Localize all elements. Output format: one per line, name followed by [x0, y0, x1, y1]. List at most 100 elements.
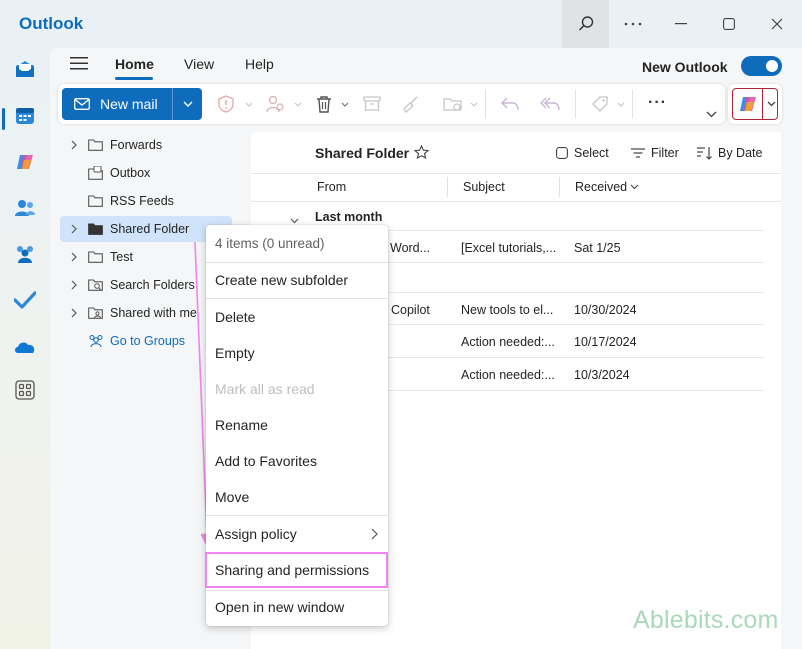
rail-mail-button[interactable] — [13, 58, 37, 82]
report-dropdown[interactable] — [238, 94, 260, 114]
rail-calendar-button[interactable] — [13, 104, 37, 128]
minimize-button[interactable] — [657, 0, 705, 48]
folder-icon — [88, 195, 110, 207]
app-rail — [0, 48, 50, 649]
folder-rss-feeds[interactable]: RSS Feeds — [60, 188, 232, 214]
reply-icon — [501, 97, 519, 111]
more-options-button[interactable] — [609, 0, 657, 48]
chevron-down-icon — [470, 102, 478, 107]
reply-all-button[interactable] — [539, 94, 561, 114]
assign-dropdown[interactable] — [287, 94, 309, 114]
menu-item-create-subfolder[interactable]: Create new subfolder — [206, 265, 388, 295]
ribbon-separator — [485, 90, 486, 118]
rail-todo-button[interactable] — [13, 288, 37, 312]
menu-item-move[interactable]: Move — [206, 482, 388, 512]
outbox-icon — [88, 166, 110, 180]
context-menu-header: 4 items (0 unread) — [215, 235, 325, 251]
reply-button[interactable] — [499, 94, 521, 114]
star-icon — [413, 144, 430, 160]
delete-button[interactable] — [313, 94, 335, 114]
folder-forwards[interactable]: Forwards — [60, 132, 232, 158]
report-button[interactable] — [215, 94, 237, 114]
expand-chevron-icon[interactable] — [60, 224, 88, 234]
search-button[interactable] — [562, 0, 609, 48]
expand-chevron-icon[interactable] — [60, 252, 88, 262]
folder-label: Test — [110, 250, 133, 264]
rail-more-apps-button[interactable] — [13, 378, 37, 402]
delete-dropdown[interactable] — [334, 94, 356, 114]
filter-button[interactable]: Filter — [631, 146, 679, 160]
menu-item-open-new-window[interactable]: Open in new window — [206, 592, 388, 622]
navigation-toggle-button[interactable] — [70, 56, 90, 74]
rail-copilot-button[interactable] — [13, 150, 37, 174]
people-icon — [266, 95, 284, 113]
menu-item-assign-policy[interactable]: Assign policy — [206, 519, 388, 549]
copilot-button[interactable] — [728, 84, 782, 124]
new-mail-dropdown[interactable] — [173, 88, 202, 120]
watermark-logo: Ablebits.com — [633, 606, 779, 635]
copilot-icon — [740, 97, 756, 111]
hamburger-icon — [70, 57, 88, 70]
tag-icon — [592, 96, 608, 112]
assign-button[interactable] — [264, 94, 286, 114]
new-outlook-toggle[interactable] — [741, 56, 782, 76]
folder-move-icon — [443, 98, 462, 111]
column-from[interactable]: From — [317, 180, 346, 194]
menu-divider — [206, 515, 388, 516]
sort-button[interactable]: By Date — [697, 146, 762, 160]
expand-chevron-icon[interactable] — [60, 140, 88, 150]
move-to-button[interactable] — [442, 94, 464, 114]
filter-icon — [631, 148, 645, 158]
tab-help[interactable]: Help — [245, 56, 274, 72]
sweep-button[interactable] — [399, 94, 421, 114]
row-received: 10/3/2024 — [574, 368, 630, 382]
tag-button[interactable] — [589, 94, 611, 114]
menu-item-rename[interactable]: Rename — [206, 410, 388, 440]
sort-icon — [697, 146, 712, 160]
rail-onedrive-button[interactable] — [13, 334, 37, 358]
ellipsis-icon — [624, 22, 642, 26]
groups-icon — [88, 334, 110, 348]
folder-label: Search Folders — [110, 278, 195, 292]
expand-chevron-icon[interactable] — [60, 280, 88, 290]
watermark-brand: Ablebits — [633, 606, 724, 634]
tab-view[interactable]: View — [184, 56, 214, 72]
tag-dropdown[interactable] — [610, 94, 632, 114]
groups-icon — [17, 246, 33, 263]
more-commands-button[interactable]: ··· — [648, 94, 667, 112]
menu-item-delete[interactable]: Delete — [206, 302, 388, 332]
maximize-button[interactable] — [705, 0, 753, 48]
ribbon-overflow-button[interactable] — [706, 106, 717, 121]
rail-groups-button[interactable] — [13, 242, 37, 266]
sort-label: By Date — [718, 146, 763, 160]
column-separator — [447, 177, 448, 197]
select-button[interactable]: Select — [556, 146, 609, 160]
expand-chevron-icon[interactable] — [60, 308, 88, 318]
group-header: Last month — [315, 210, 383, 224]
folder-outbox[interactable]: Outbox — [60, 160, 232, 186]
favorite-star-button[interactable] — [413, 144, 430, 162]
shield-icon — [218, 95, 234, 113]
ribbon-separator — [575, 90, 576, 118]
menu-item-label: Assign policy — [215, 526, 297, 542]
close-button[interactable] — [753, 0, 801, 48]
menu-item-add-favorites[interactable]: Add to Favorites — [206, 446, 388, 476]
tab-home[interactable]: Home — [115, 56, 154, 72]
people-icon — [15, 200, 35, 216]
watermark-suffix: .com — [723, 606, 779, 634]
mail-icon — [74, 98, 90, 110]
new-mail-button[interactable]: New mail — [62, 88, 202, 120]
ribbon-separator — [632, 90, 633, 118]
chevron-down-icon — [617, 102, 625, 107]
new-mail-main[interactable]: New mail — [62, 88, 172, 120]
column-subject[interactable]: Subject — [463, 180, 505, 194]
select-label: Select — [574, 146, 609, 160]
archive-button[interactable] — [361, 94, 383, 114]
move-to-dropdown[interactable] — [463, 94, 485, 114]
rail-people-button[interactable] — [13, 196, 37, 220]
new-mail-label: New mail — [100, 96, 158, 112]
app-title: Outlook — [19, 14, 84, 33]
menu-item-empty[interactable]: Empty — [206, 338, 388, 368]
column-received[interactable]: Received — [575, 180, 639, 194]
row-received: Sat 1/25 — [574, 241, 621, 255]
